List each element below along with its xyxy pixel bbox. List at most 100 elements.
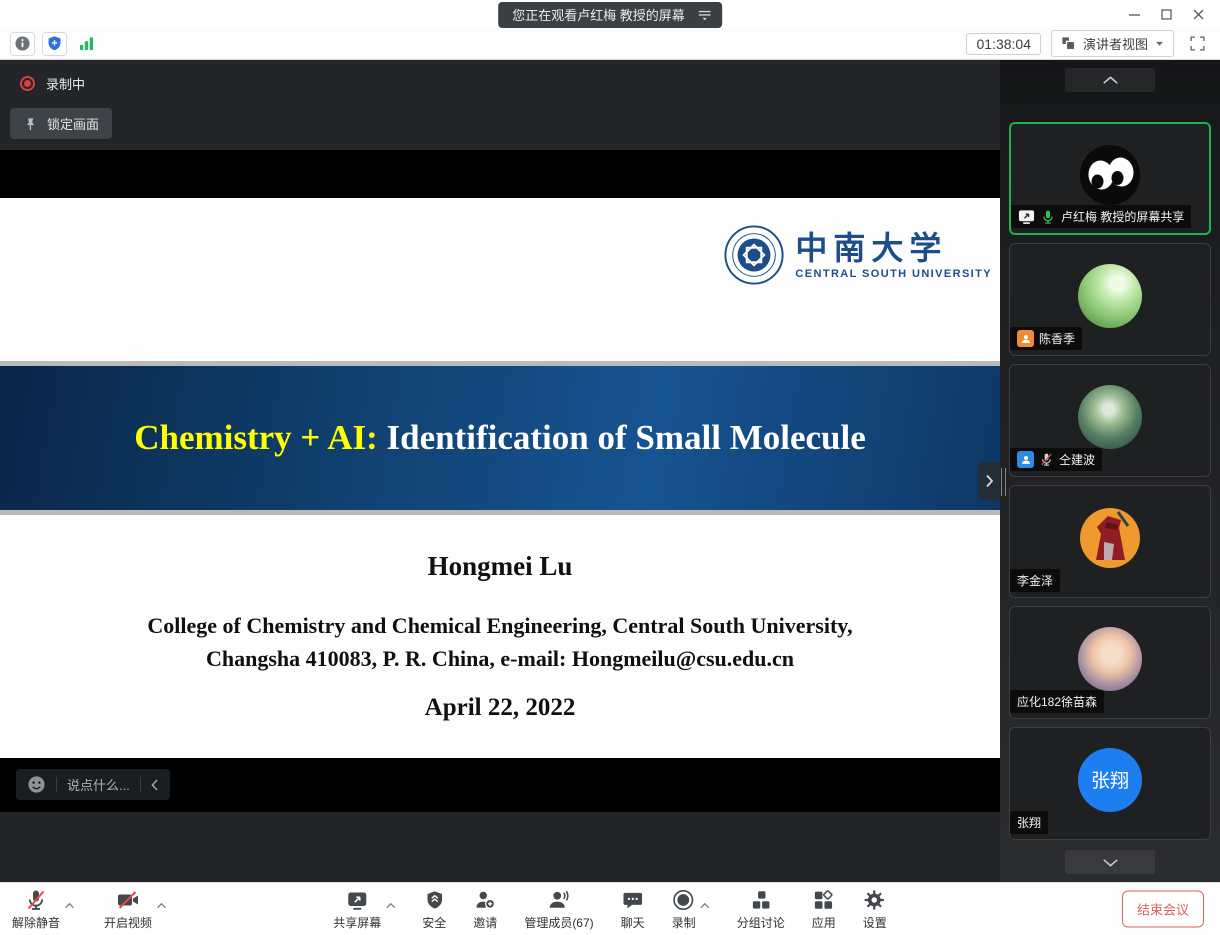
- participant-tile[interactable]: 陈香季: [1009, 243, 1211, 356]
- participant-label: 卢红梅 教授的屏幕共享: [1011, 205, 1191, 228]
- avatar: [1078, 506, 1142, 570]
- window-titlebar: 您正在观看卢红梅 教授的屏幕: [0, 0, 1220, 28]
- participant-label: 陈香季: [1010, 327, 1082, 350]
- recording-label: 录制中: [46, 74, 85, 93]
- participant-name: 仝建波: [1059, 451, 1095, 468]
- end-meeting-button[interactable]: 结束会议: [1122, 891, 1204, 928]
- toolbar-record-button[interactable]: 录制: [672, 887, 696, 931]
- toolbar-apps-button[interactable]: 应用: [812, 887, 836, 931]
- mic-muted-icon: [1039, 452, 1054, 467]
- caret-up-icon[interactable]: [156, 896, 167, 914]
- meeting-window: 您正在观看卢红梅 教授的屏幕 01:38:04 演讲者视图: [0, 0, 1220, 935]
- quick-chat-input[interactable]: 说点什么...: [16, 769, 170, 800]
- participant-tile[interactable]: 张翔张翔: [1009, 727, 1211, 840]
- status-bar: 01:38:04 演讲者视图: [0, 28, 1220, 60]
- fullscreen-button[interactable]: [1184, 31, 1210, 57]
- lock-view-label: 锁定画面: [47, 114, 99, 133]
- minimize-button[interactable]: [1118, 1, 1150, 27]
- status-left-icons: [10, 32, 99, 56]
- toolbar-share-screen-button[interactable]: 共享屏幕: [333, 887, 381, 931]
- avatar: [1078, 385, 1142, 449]
- record-icon: [672, 887, 696, 913]
- participant-name: 陈香季: [1039, 330, 1075, 347]
- toolbar-settings-button[interactable]: 设置: [863, 887, 887, 931]
- participant-label: 李金泽: [1010, 569, 1060, 592]
- toolbar-camera-off-button[interactable]: 开启视频: [104, 887, 152, 931]
- initials-avatar: 张翔: [1078, 748, 1142, 812]
- scroll-up-button[interactable]: [1065, 68, 1155, 92]
- close-button[interactable]: [1182, 1, 1214, 27]
- toolbar-label: 设置: [863, 914, 887, 931]
- participant-name: 卢红梅 教授的屏幕共享: [1061, 208, 1184, 225]
- participant-tile[interactable]: 仝建波: [1009, 364, 1211, 477]
- view-mode-label: 演讲者视图: [1083, 34, 1148, 53]
- participant-tile[interactable]: 应化182徐苗森: [1009, 606, 1211, 719]
- toolbar-label: 安全: [422, 914, 446, 931]
- banner-menu-icon[interactable]: [697, 8, 712, 21]
- slide-title: Chemistry + AI: Identification of Small …: [134, 418, 866, 458]
- window-controls: [1118, 0, 1214, 28]
- chevron-down-icon: [1102, 858, 1119, 867]
- caret-up-icon[interactable]: [64, 896, 75, 914]
- sidebar-collapse-button[interactable]: [978, 462, 1000, 500]
- slide-letterbox-bottom: 说点什么...: [0, 758, 1000, 812]
- meeting-timer: 01:38:04: [966, 33, 1041, 55]
- toolbar-label: 聊天: [621, 914, 645, 931]
- toolbar-label: 管理成员(67): [524, 914, 593, 931]
- scroll-down-button[interactable]: [1065, 850, 1155, 874]
- emoji-icon[interactable]: [27, 775, 46, 794]
- fullscreen-icon: [1189, 35, 1206, 52]
- toolbar-label: 解除静音: [12, 914, 60, 931]
- meeting-info-button[interactable]: [10, 32, 35, 56]
- slide-affiliation: College of Chemistry and Chemical Engine…: [0, 609, 1000, 675]
- invite-icon: [473, 887, 497, 913]
- participant-name: 应化182徐苗森: [1017, 693, 1097, 710]
- slide-header-area: 中南大学 CENTRAL SOUTH UNIVERSITY: [0, 198, 1000, 361]
- toolbar-left-group: 解除静音 开启视频: [12, 887, 166, 931]
- eyes-avatar: [1078, 143, 1142, 207]
- recording-dot-icon: [20, 76, 35, 91]
- toolbar-mic-muted-button[interactable]: 解除静音: [12, 887, 60, 931]
- toolbar-security-shield-button[interactable]: 安全: [422, 887, 446, 931]
- toolbar-label: 开启视频: [104, 914, 152, 931]
- participant-label: 仝建波: [1010, 448, 1102, 471]
- slide-affiliation-line2: Changsha 410083, P. R. China, e-mail: Ho…: [0, 642, 1000, 675]
- slide-author: Hongmei Lu: [0, 515, 1000, 582]
- chat-icon: [621, 887, 644, 913]
- security-shield-icon: [424, 887, 445, 913]
- chat-collapse-icon[interactable]: [151, 779, 159, 791]
- network-status-button[interactable]: [74, 32, 99, 56]
- shared-slide: 中南大学 CENTRAL SOUTH UNIVERSITY Chemistry …: [0, 150, 1000, 812]
- toolbar-members-button[interactable]: 管理成员(67): [524, 887, 593, 931]
- person-icon: [1017, 451, 1034, 468]
- caret-up-icon[interactable]: [385, 896, 396, 914]
- breakout-icon: [749, 887, 773, 913]
- status-right: 01:38:04 演讲者视图: [966, 30, 1210, 57]
- participant-tile[interactable]: 李金泽: [1009, 485, 1211, 598]
- security-status-button[interactable]: [42, 32, 67, 56]
- watching-banner-text: 您正在观看卢红梅 教授的屏幕: [512, 5, 685, 24]
- apps-icon: [812, 887, 836, 913]
- slide-letterbox-top: [0, 150, 1000, 198]
- view-mode-button[interactable]: 演讲者视图: [1051, 30, 1174, 57]
- meeting-toolbar: 解除静音 开启视频 共享屏幕安全 邀请管理成员(67) 聊天 录制分组讨论应用设置 结束…: [0, 882, 1220, 935]
- caret-up-icon[interactable]: [700, 896, 711, 914]
- mic-muted-icon: [24, 887, 48, 913]
- participants-sidebar: 卢红梅 教授的屏幕共享陈香季 仝建波李金泽应化182徐苗森张翔张翔: [1000, 60, 1220, 882]
- participant-tile[interactable]: 卢红梅 教授的屏幕共享: [1009, 122, 1211, 235]
- toolbar-breakout-button[interactable]: 分组讨论: [737, 887, 785, 931]
- chat-placeholder[interactable]: 说点什么...: [67, 775, 130, 794]
- maximize-button[interactable]: [1150, 1, 1182, 27]
- slide-title-highlight: Chemistry + AI:: [134, 418, 378, 457]
- mic-on-icon: [1040, 209, 1056, 225]
- recording-indicator: 录制中: [20, 74, 85, 93]
- toolbar-invite-button[interactable]: 邀请: [473, 887, 497, 931]
- lock-view-button[interactable]: 锁定画面: [10, 108, 112, 139]
- slide-body: Hongmei Lu College of Chemistry and Chem…: [0, 515, 1000, 758]
- toolbar-chat-button[interactable]: 聊天: [621, 887, 645, 931]
- person-icon: [1017, 330, 1034, 347]
- chevron-right-icon: [985, 474, 994, 488]
- slide-date: April 22, 2022: [0, 694, 1000, 722]
- university-name-en: CENTRAL SOUTH UNIVERSITY: [795, 268, 992, 280]
- sidebar-resize-handle[interactable]: [1001, 468, 1006, 496]
